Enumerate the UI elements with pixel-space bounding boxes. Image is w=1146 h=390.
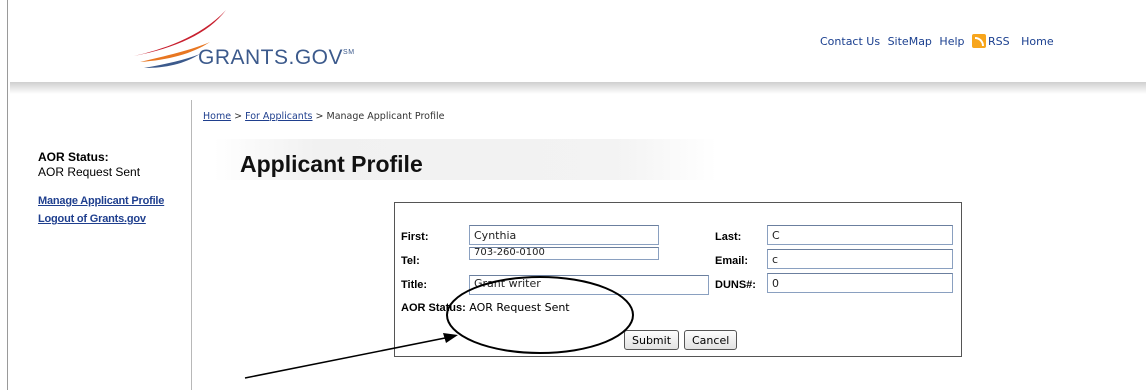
form-aor-status-value: AOR Request Sent xyxy=(469,301,570,314)
page-title: Applicant Profile xyxy=(240,151,423,177)
help-link[interactable]: Help xyxy=(939,35,964,48)
sidebar-aor-status-value: AOR Request Sent xyxy=(38,165,141,179)
form-aor-status: AOR Status: AOR Request Sent xyxy=(401,301,570,314)
breadcrumb-home-link[interactable]: Home xyxy=(203,111,231,122)
home-link[interactable]: Home xyxy=(1021,35,1053,48)
contact-us-link[interactable]: Contact Us xyxy=(820,35,880,48)
breadcrumb-separator: > xyxy=(312,111,327,122)
rss-icon xyxy=(972,34,986,48)
breadcrumb-for-applicants-link[interactable]: For Applicants xyxy=(245,111,312,122)
sidebar-divider xyxy=(191,100,192,390)
grants-gov-logo[interactable]: GRANTS.GOVSM xyxy=(130,8,380,78)
manage-applicant-profile-link[interactable]: Manage Applicant Profile xyxy=(38,195,188,207)
logo-wordmark: GRANTS.GOVSM xyxy=(198,46,355,69)
last-name-field[interactable]: C xyxy=(767,225,953,245)
duns-field[interactable]: 0 xyxy=(767,273,953,293)
applicant-profile-form: First: Cynthia Last: C Tel: 703-260-0100… xyxy=(394,202,962,357)
left-sidebar: AOR Status: AOR Request Sent Manage Appl… xyxy=(38,150,188,225)
telephone-field[interactable]: 703-260-0100 xyxy=(469,247,659,260)
sitemap-link[interactable]: SiteMap xyxy=(888,35,932,48)
email-label: Email: xyxy=(715,255,749,267)
rss-link[interactable]: RSS xyxy=(972,34,1014,48)
submit-button[interactable]: Submit xyxy=(624,330,680,350)
duns-label: DUNS#: xyxy=(715,279,756,291)
header-shadow xyxy=(10,82,1146,94)
title-field[interactable]: Grant writer xyxy=(469,275,709,295)
last-name-label: Last: xyxy=(715,231,742,243)
rss-link-label: RSS xyxy=(988,35,1010,48)
sidebar-aor-status-label: AOR Status: xyxy=(38,150,109,164)
first-name-field[interactable]: Cynthia xyxy=(469,225,659,245)
top-navigation: Contact Us SiteMap Help RSS Home xyxy=(820,34,1058,48)
breadcrumb-separator: > xyxy=(231,111,246,122)
logout-link[interactable]: Logout of Grants.gov xyxy=(38,213,188,225)
breadcrumb: Home > For Applicants > Manage Applicant… xyxy=(203,111,444,122)
email-field[interactable]: c xyxy=(767,249,953,269)
title-label: Title: xyxy=(401,279,428,291)
first-name-label: First: xyxy=(401,231,429,243)
cancel-button[interactable]: Cancel xyxy=(684,330,738,350)
breadcrumb-current: Manage Applicant Profile xyxy=(326,111,445,122)
site-header: GRANTS.GOVSM Contact Us SiteMap Help RSS… xyxy=(0,0,1146,94)
form-aor-status-label: AOR Status: xyxy=(401,302,466,314)
telephone-label: Tel: xyxy=(401,255,420,267)
